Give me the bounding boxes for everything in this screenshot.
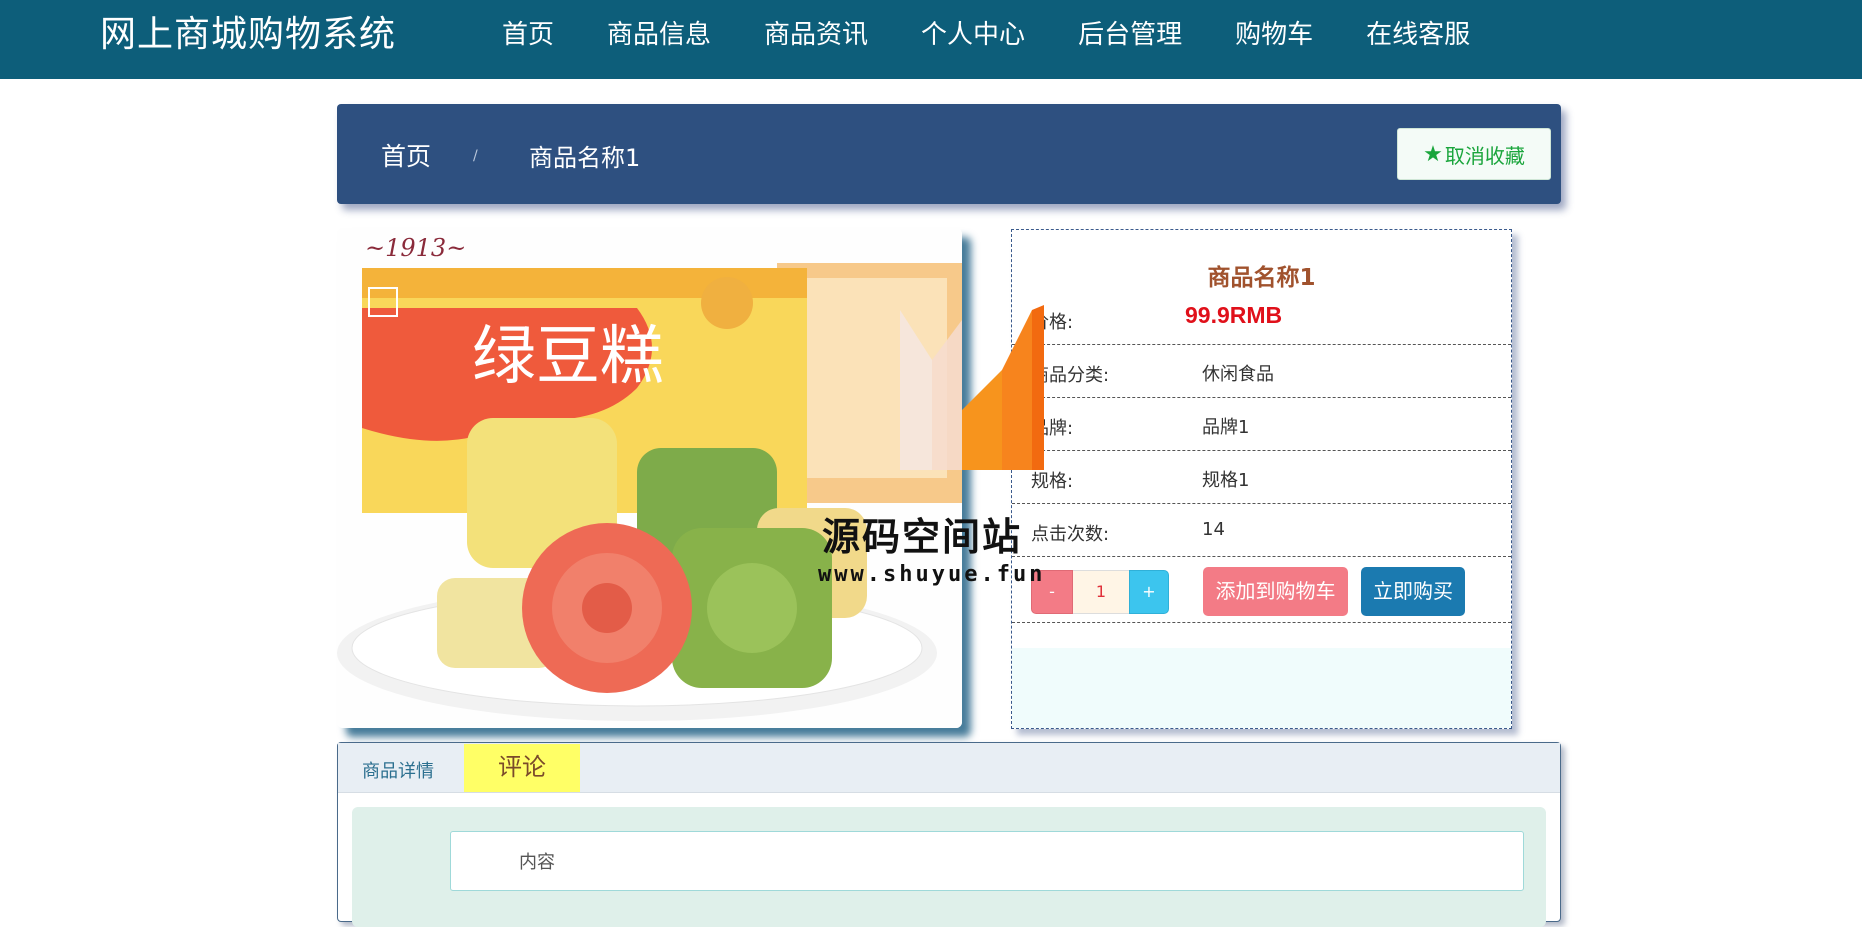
top-navbar: 网上商城购物系统 首页 商品信息 商品资讯 个人中心 后台管理 购物车 在线客服: [0, 0, 1862, 88]
product-title: 商品名称1: [1207, 265, 1316, 291]
breadcrumb-home-link[interactable]: 首页: [381, 137, 431, 173]
breadcrumb-current: 商品名称1: [529, 144, 641, 172]
price-row: 价格: 99.9RMB: [1012, 292, 1511, 345]
tab-product-detail[interactable]: 商品详情: [362, 757, 434, 783]
image-year-text: ~1913~: [365, 234, 466, 262]
nav-products[interactable]: 商品信息: [593, 0, 725, 79]
star-icon: ★: [1423, 141, 1443, 167]
nav-cart[interactable]: 购物车: [1221, 0, 1327, 79]
watermark-url: www.shuyue.fun: [818, 562, 1046, 587]
add-to-cart-button[interactable]: 添加到购物车: [1203, 567, 1348, 616]
nav-support[interactable]: 在线客服: [1352, 0, 1484, 79]
nav-home[interactable]: 首页: [488, 0, 569, 88]
clicks-label: 点击次数:: [1031, 524, 1110, 545]
product-image: ~1913~ 绿豆糕: [337, 228, 962, 728]
category-label: 商品分类:: [1031, 365, 1110, 386]
price-label: 价格:: [1031, 312, 1074, 333]
category-value: 休闲食品: [1202, 364, 1274, 385]
unfavorite-button[interactable]: ★ 取消收藏: [1397, 128, 1551, 180]
product-info-panel: 商品名称1 价格: 99.9RMB 商品分类: 休闲食品 品牌: 品牌1 规格:…: [1011, 229, 1512, 729]
quantity-input[interactable]: 1: [1073, 570, 1129, 614]
brand-label: 品牌:: [1031, 418, 1074, 439]
comment-content-input[interactable]: 内容: [450, 831, 1524, 891]
nav-news[interactable]: 商品资讯: [750, 0, 882, 79]
product-photo-illustration: ~1913~ 绿豆糕: [337, 228, 962, 728]
purchase-row: - 1 + 添加到购物车 立即购买: [1012, 557, 1511, 623]
breadcrumb-separator: /: [473, 148, 478, 164]
site-brand[interactable]: 网上商城购物系统: [100, 12, 396, 58]
tab-review[interactable]: 评论: [464, 744, 580, 792]
info-row-spec: 规格: 规格1: [1012, 451, 1511, 504]
info-row-brand: 品牌: 品牌1: [1012, 398, 1511, 451]
brand-value: 品牌1: [1202, 417, 1250, 438]
tabs-header: 商品详情 评论: [338, 743, 1560, 793]
nav-profile[interactable]: 个人中心: [907, 0, 1039, 79]
info-row-clicks: 点击次数: 14: [1012, 504, 1511, 557]
watermark-text: 源码空间站: [822, 515, 1023, 559]
info-row-category: 商品分类: 休闲食品: [1012, 345, 1511, 398]
spec-label: 规格:: [1031, 471, 1074, 492]
unfavorite-label: 取消收藏: [1444, 143, 1525, 168]
clicks-value: 14: [1202, 519, 1225, 540]
main-nav: 首页 商品信息 商品资讯 个人中心 后台管理 购物车 在线客服: [488, 0, 1509, 88]
buy-now-button[interactable]: 立即购买: [1361, 567, 1465, 616]
spec-value: 规格1: [1202, 470, 1250, 491]
breadcrumb: 首页 / 商品名称1 ★ 取消收藏: [337, 104, 1561, 204]
image-box-title: 绿豆糕: [472, 320, 664, 394]
price-value: 99.9RMB: [1185, 302, 1283, 328]
nav-admin[interactable]: 后台管理: [1064, 0, 1196, 79]
quantity-increase-button[interactable]: +: [1129, 570, 1169, 614]
info-panel-footer: [1012, 648, 1511, 728]
